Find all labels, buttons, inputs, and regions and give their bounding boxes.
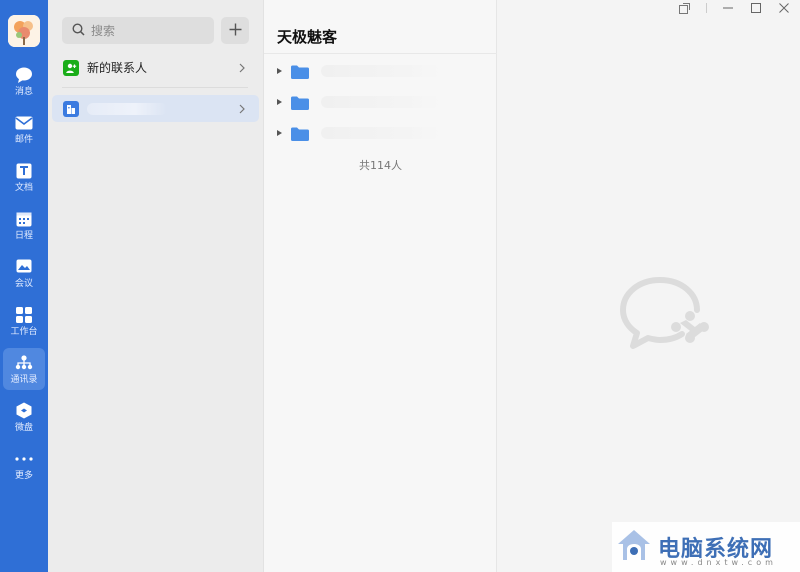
maximize-icon[interactable]: [743, 0, 769, 16]
nav-label: 工作台: [10, 326, 38, 337]
add-button[interactable]: [221, 17, 249, 44]
folder-icon: [291, 95, 309, 110]
nav-label: 文档: [14, 182, 33, 193]
chevron-right-icon: [239, 104, 251, 114]
nav-label: 微盘: [14, 422, 33, 433]
drive-icon: [15, 402, 33, 420]
more-dots-icon: [15, 450, 33, 468]
nav-drive[interactable]: 微盘: [3, 396, 45, 438]
nav-workbench[interactable]: 工作台: [3, 300, 45, 342]
chevron-right-icon: [239, 63, 251, 73]
org-name-blurred: [87, 102, 167, 115]
minimize-icon[interactable]: [715, 0, 741, 16]
folder-icon: [291, 64, 309, 79]
close-icon[interactable]: [771, 0, 797, 16]
avatar[interactable]: [8, 15, 40, 47]
search-box[interactable]: [62, 17, 214, 44]
nav-label: 消息: [14, 86, 33, 97]
calendar-icon: [15, 210, 33, 228]
watermark-url: www.dnxtw.com: [660, 558, 777, 567]
window-controls-separator: [706, 3, 707, 13]
org-chart-icon: [15, 354, 33, 372]
department-name-blurred: [321, 96, 441, 108]
expand-arrow-icon[interactable]: [277, 130, 282, 136]
nav-more[interactable]: 更多: [3, 444, 45, 486]
house-logo-icon: [616, 527, 652, 567]
nav-rail: 消息 邮件 文档 日程 会议 工作台 通讯录 微盘 更多: [0, 0, 48, 572]
department-name-blurred: [321, 65, 441, 77]
org-tree-panel: 天极魅客 共114人: [264, 0, 497, 572]
document-icon: [15, 162, 33, 180]
search-icon: [72, 21, 85, 40]
add-contact-icon: [63, 59, 79, 76]
nav-label: 通讯录: [10, 374, 38, 385]
grid-icon: [15, 306, 33, 324]
tree-department[interactable]: [277, 61, 441, 81]
watermark: 电脑系统网 www.dnxtw.com: [612, 522, 800, 572]
contacts-panel: 新的联系人: [48, 0, 264, 572]
nav-messages[interactable]: 消息: [3, 60, 45, 102]
chat-bubble-icon: [15, 66, 33, 84]
tree-department[interactable]: [277, 92, 441, 112]
expand-arrow-icon[interactable]: [277, 68, 282, 74]
folder-icon: [291, 126, 309, 141]
nav-meeting[interactable]: 会议: [3, 252, 45, 294]
tree-department[interactable]: [277, 123, 441, 143]
building-icon: [63, 100, 79, 117]
nav-contacts[interactable]: 通讯录: [3, 348, 45, 390]
nav-label: 会议: [14, 278, 33, 289]
search-input[interactable]: [91, 23, 201, 38]
mail-icon: [15, 114, 33, 132]
plus-icon: [229, 21, 242, 40]
department-name-blurred: [321, 127, 441, 139]
nav-mail[interactable]: 邮件: [3, 108, 45, 150]
org-title: 天极魅客: [277, 28, 338, 46]
org-item[interactable]: [52, 95, 259, 122]
nav-label: 日程: [14, 230, 33, 241]
nav-docs[interactable]: 文档: [3, 156, 45, 198]
new-contacts-item[interactable]: 新的联系人: [52, 54, 259, 81]
empty-state-logo-icon: [620, 272, 720, 364]
expand-arrow-icon[interactable]: [277, 99, 282, 105]
member-count: 共114人: [359, 159, 402, 172]
nav-label: 更多: [14, 470, 33, 481]
popout-icon[interactable]: [671, 0, 697, 16]
nav-label: 邮件: [14, 134, 33, 145]
new-contacts-label: 新的联系人: [87, 61, 148, 75]
nav-calendar[interactable]: 日程: [3, 204, 45, 246]
meeting-icon: [15, 258, 33, 276]
divider: [62, 87, 248, 88]
